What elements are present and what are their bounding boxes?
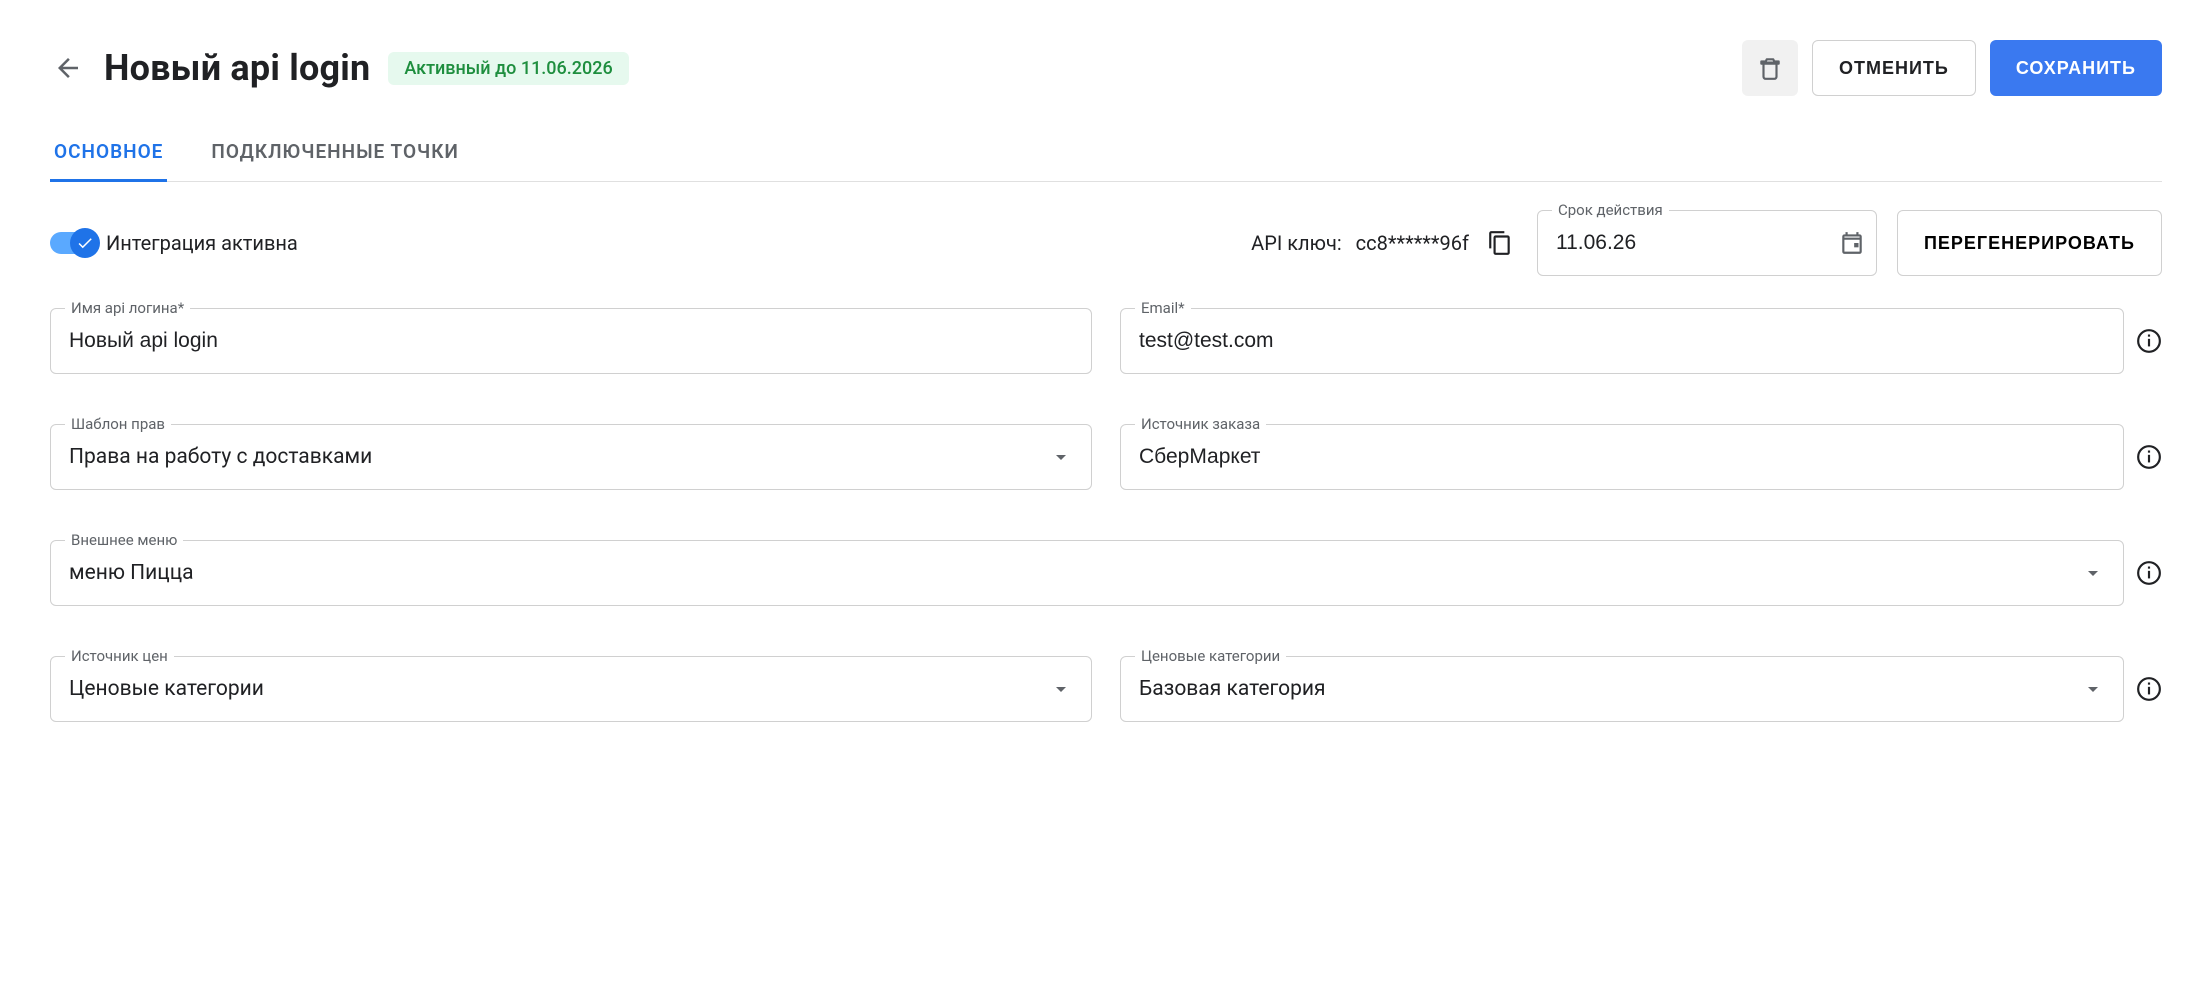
chevron-down-icon	[2081, 561, 2105, 585]
trash-icon	[1757, 55, 1783, 81]
status-badge: Активный до 11.06.2026	[388, 52, 628, 85]
price-categories-info-icon[interactable]	[2136, 676, 2162, 702]
page-title: Новый api login	[104, 47, 370, 89]
order-source-label: Источник заказа	[1135, 415, 1266, 433]
login-name-label: Имя api логина*	[65, 299, 190, 317]
permission-template-label: Шаблон прав	[65, 415, 171, 433]
order-source-info-icon[interactable]	[2136, 444, 2162, 470]
price-categories-select[interactable]: Ценовые категории Базовая категория	[1120, 656, 2124, 722]
tab-connected-points[interactable]: ПОДКЛЮЧЕННЫЕ ТОЧКИ	[207, 126, 462, 182]
price-categories-label: Ценовые категории	[1135, 647, 1286, 665]
permission-template-select[interactable]: Шаблон прав Права на работу с доставками	[50, 424, 1092, 490]
external-menu-select[interactable]: Внешнее меню меню Пицца	[50, 540, 2124, 606]
toggle-knob	[70, 228, 100, 258]
chevron-down-icon	[1049, 677, 1073, 701]
chevron-down-icon	[1049, 445, 1073, 469]
api-key-value: cc8******96f	[1356, 231, 1469, 255]
email-field[interactable]: Email*	[1120, 308, 2124, 374]
copy-icon	[1487, 230, 1513, 256]
email-info-icon[interactable]	[2136, 328, 2162, 354]
check-icon	[76, 234, 94, 252]
expiry-date-input[interactable]	[1556, 231, 1827, 255]
login-name-field[interactable]: Имя api логина*	[50, 308, 1092, 374]
regenerate-button[interactable]: ПЕРЕГЕНЕРИРОВАТЬ	[1897, 210, 2162, 276]
expiry-date-label: Срок действия	[1552, 201, 1669, 219]
copy-api-key-button[interactable]	[1483, 226, 1517, 260]
external-menu-label: Внешнее меню	[65, 531, 183, 549]
email-label: Email*	[1135, 299, 1191, 317]
cancel-button[interactable]: ОТМЕНИТЬ	[1812, 40, 1976, 96]
order-source-field[interactable]: Источник заказа	[1120, 424, 2124, 490]
expiry-date-field[interactable]: Срок действия	[1537, 210, 1877, 276]
price-source-label: Источник цен	[65, 647, 174, 665]
arrow-left-icon	[53, 53, 83, 83]
back-button[interactable]	[50, 50, 86, 86]
api-key-label: API ключ:	[1251, 231, 1342, 255]
chevron-down-icon	[2081, 677, 2105, 701]
permission-template-value: Права на работу с доставками	[69, 445, 1049, 469]
price-source-value: Ценовые категории	[69, 677, 1049, 701]
integration-toggle-label: Интеграция активна	[106, 231, 298, 255]
price-categories-value: Базовая категория	[1139, 677, 2081, 701]
calendar-icon[interactable]	[1839, 230, 1865, 256]
tab-main[interactable]: ОСНОВНОЕ	[50, 126, 167, 182]
external-menu-info-icon[interactable]	[2136, 560, 2162, 586]
delete-button[interactable]	[1742, 40, 1798, 96]
order-source-input[interactable]	[1139, 445, 2105, 469]
tabs: ОСНОВНОЕ ПОДКЛЮЧЕННЫЕ ТОЧКИ	[50, 126, 2162, 182]
integration-active-toggle[interactable]	[50, 232, 96, 254]
email-input[interactable]	[1139, 329, 2105, 353]
save-button[interactable]: СОХРАНИТЬ	[1990, 40, 2162, 96]
login-name-input[interactable]	[69, 329, 1073, 353]
price-source-select[interactable]: Источник цен Ценовые категории	[50, 656, 1092, 722]
external-menu-value: меню Пицца	[69, 561, 2081, 585]
